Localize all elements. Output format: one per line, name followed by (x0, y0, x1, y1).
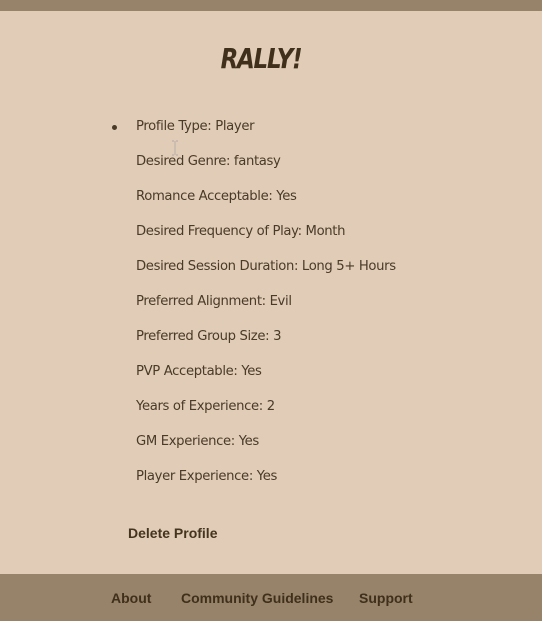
player-experience-text: Player Experience: Yes (136, 469, 277, 484)
pvp-acceptable-text: PVP Acceptable: Yes (136, 364, 262, 379)
footer-community-guidelines-link[interactable]: Community Guidelines (181, 590, 333, 606)
footer: About Community Guidelines Support (0, 574, 542, 621)
desired-genre-text: Desired Genre: fantasy (136, 154, 281, 169)
years-experience-item: Years of Experience: 2 (136, 397, 396, 432)
preferred-alignment-text: Preferred Alignment: Evil (136, 294, 292, 309)
desired-genre-item: Desired Genre: fantasy (136, 152, 396, 187)
top-bar (0, 0, 542, 11)
pvp-acceptable-item: PVP Acceptable: Yes (136, 362, 396, 397)
session-duration-item: Desired Session Duration: Long 5+ Hours (136, 257, 396, 292)
preferred-alignment-item: Preferred Alignment: Evil (136, 292, 396, 327)
site-logo[interactable]: RALLY! (47, 42, 475, 75)
delete-profile-button[interactable]: Delete Profile (128, 525, 217, 541)
player-experience-item: Player Experience: Yes (136, 467, 396, 502)
session-duration-text: Desired Session Duration: Long 5+ Hours (136, 259, 396, 274)
group-size-text: Preferred Group Size: 3 (136, 329, 282, 344)
gm-experience-text: GM Experience: Yes (136, 434, 259, 449)
gm-experience-item: GM Experience: Yes (136, 432, 396, 467)
footer-about-link[interactable]: About (111, 590, 151, 606)
footer-support-link[interactable]: Support (359, 590, 413, 606)
text-cursor-icon (172, 140, 178, 156)
romance-acceptable-text: Romance Acceptable: Yes (136, 189, 297, 204)
profile-details-list: Profile Type: Player Desired Genre: fant… (112, 117, 396, 502)
years-experience-text: Years of Experience: 2 (136, 399, 275, 414)
profile-type-text: Profile Type: Player (136, 119, 255, 134)
play-frequency-item: Desired Frequency of Play: Month (136, 222, 396, 257)
romance-acceptable-item: Romance Acceptable: Yes (136, 187, 396, 222)
play-frequency-text: Desired Frequency of Play: Month (136, 224, 346, 239)
group-size-item: Preferred Group Size: 3 (136, 327, 396, 362)
bullet-icon (112, 125, 117, 130)
